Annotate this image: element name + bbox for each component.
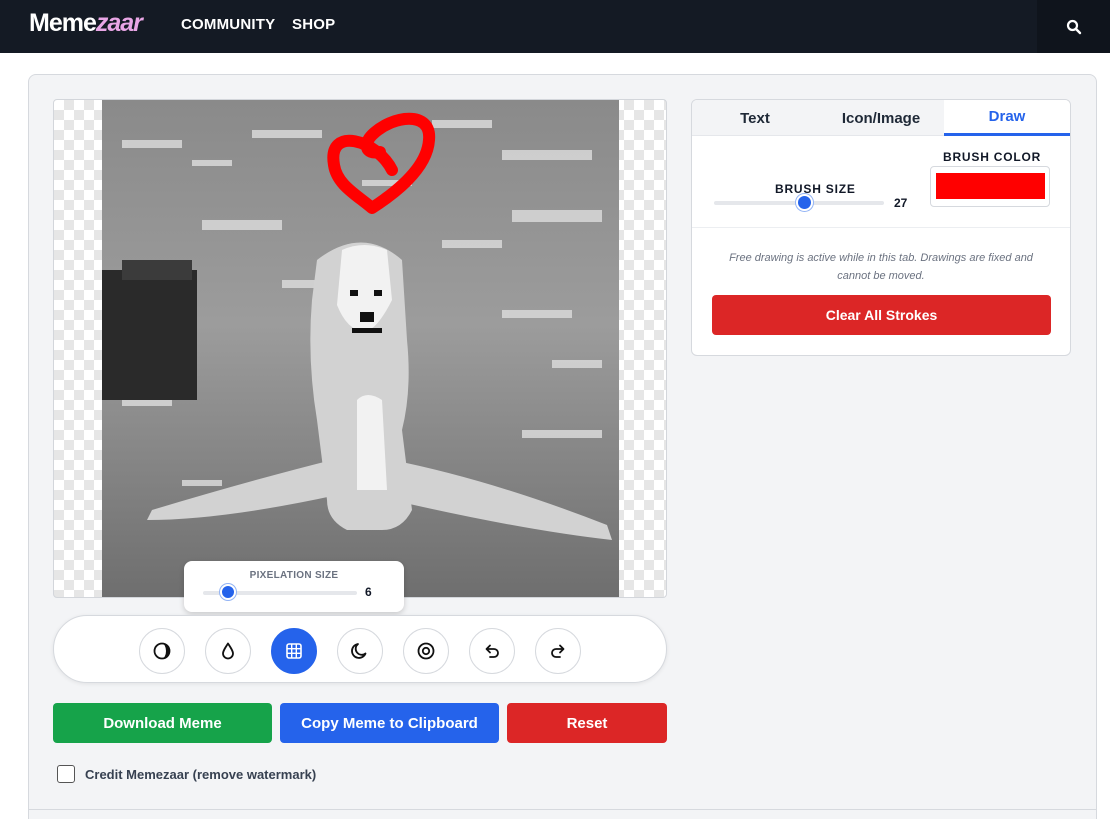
clear-strokes-button[interactable]: Clear All Strokes [712,295,1051,335]
redo-icon [551,644,565,658]
undo-button[interactable] [469,628,515,674]
panel-divider [692,227,1070,228]
brush-size-slider-thumb[interactable] [795,194,813,211]
pixelate-button[interactable] [271,628,317,674]
tab-draw[interactable]: Draw [944,100,1070,136]
meme-image [102,100,619,597]
credit-label: Credit Memezaar (remove watermark) [85,766,317,782]
download-meme-button[interactable]: Download Meme [53,703,272,743]
target-icon [417,642,435,660]
section-divider [29,809,1096,810]
reset-button[interactable]: Reset [507,703,667,743]
filter-toolbar [53,615,667,683]
drop-icon [222,642,234,660]
credit-option: Credit Memezaar (remove watermark) [57,765,316,783]
pixelation-label: PIXELATION SIZE [249,570,339,581]
contrast-button[interactable] [139,628,185,674]
credit-checkbox[interactable] [57,765,75,783]
darken-button[interactable] [337,628,383,674]
brush-color-swatch [936,173,1045,199]
meme-canvas[interactable] [53,99,667,598]
search-button[interactable] [1037,0,1110,53]
contrast-icon [153,642,171,660]
tab-text[interactable]: Text [692,100,818,136]
nav-link-community[interactable]: COMMUNITY [181,16,275,33]
brush-size-label: BRUSH SIZE [775,182,856,196]
tools-panel: Text Icon/Image Draw BRUSH SIZE 27 BRUSH… [691,99,1071,356]
pixelation-popover: PIXELATION SIZE 6 [184,561,404,612]
vignette-button[interactable] [403,628,449,674]
redo-button[interactable] [535,628,581,674]
draw-help-text: Free drawing is active while in this tab… [729,252,1033,282]
pixelation-slider-thumb[interactable] [219,584,236,600]
nav-link-shop[interactable]: SHOP [292,16,335,33]
moon-icon [351,643,367,659]
tab-icon-image[interactable]: Icon/Image [818,100,944,136]
blur-button[interactable] [205,628,251,674]
logo-text-meme: Meme [29,9,97,37]
site-logo[interactable]: Memezaar [29,9,143,38]
brush-size-value: 27 [894,196,908,210]
logo-text-zaar: zaar [95,9,143,37]
pixelation-value: 6 [365,585,372,599]
undo-icon [485,644,499,658]
top-navbar: Memezaar COMMUNITY SHOP [0,0,1110,53]
brush-color-label: BRUSH COLOR [943,150,1042,164]
search-icon [1066,19,1081,34]
copy-meme-button[interactable]: Copy Meme to Clipboard [280,703,499,743]
panel-tabs: Text Icon/Image Draw [692,100,1070,136]
grid-icon [286,643,302,659]
brush-color-picker[interactable] [930,166,1050,207]
